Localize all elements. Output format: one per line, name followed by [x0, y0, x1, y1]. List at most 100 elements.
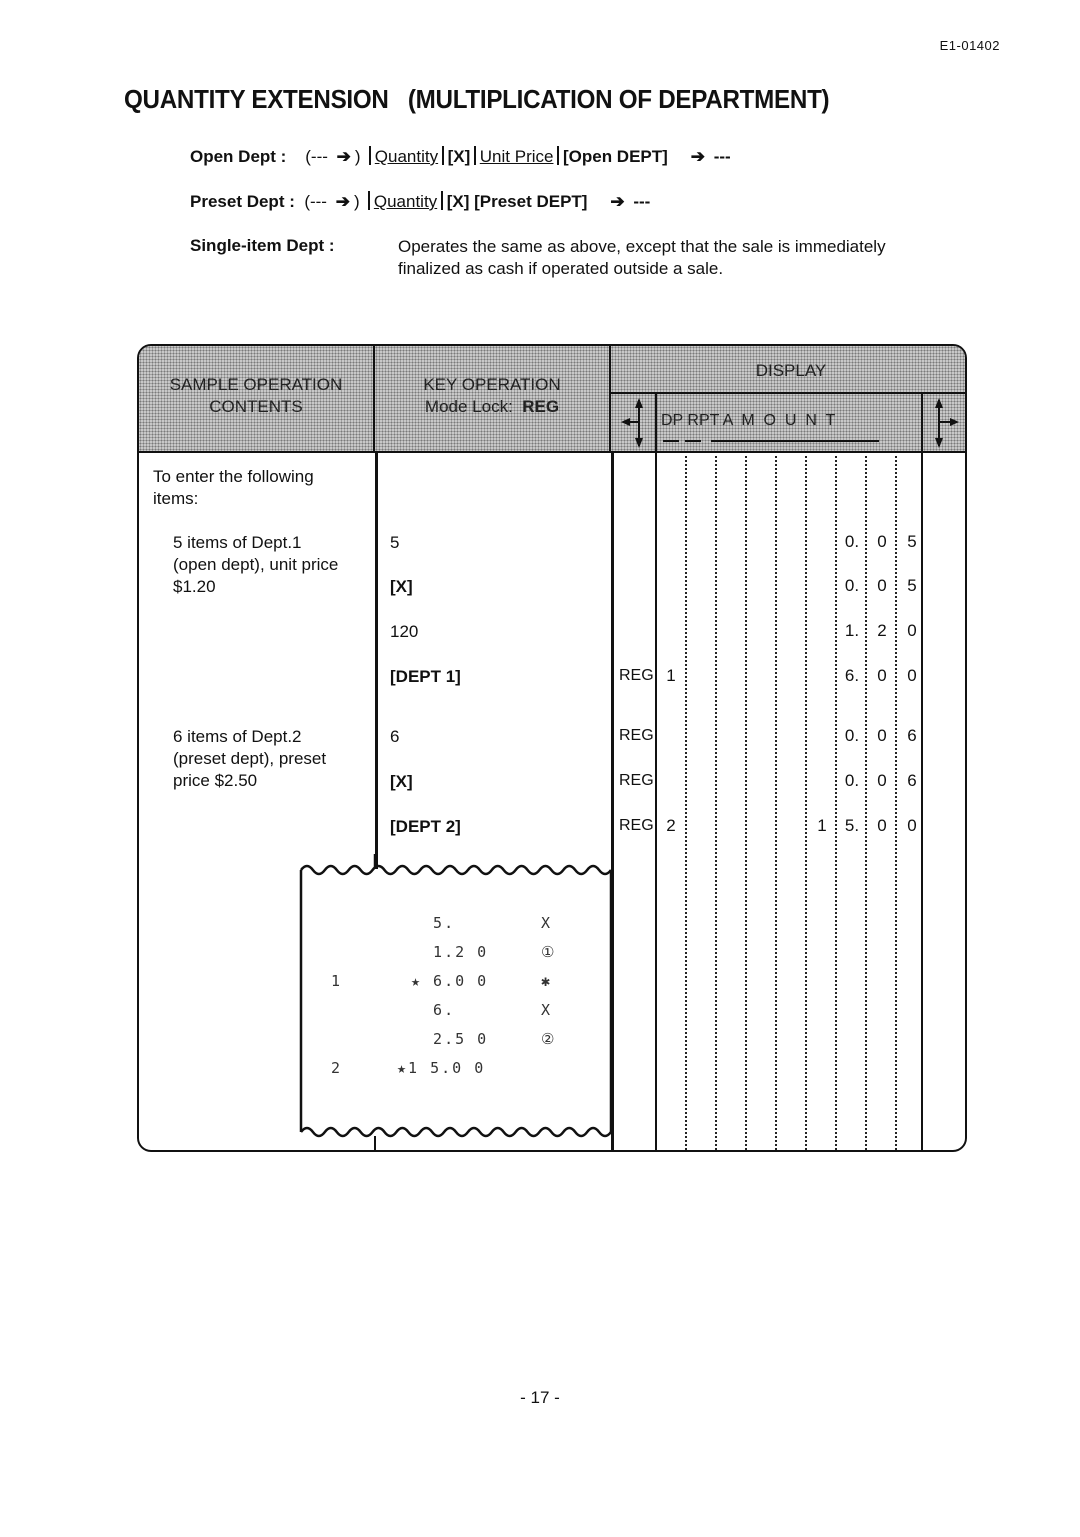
mode-lock-label: Mode Lock: — [424, 397, 513, 416]
separator — [442, 146, 444, 165]
description-line: 5 items of Dept.1 — [173, 533, 302, 552]
display-digit: 0. — [844, 532, 860, 551]
single-item-label: Single-item Dept : — [190, 236, 335, 255]
receipt-dept: 1 — [331, 972, 341, 990]
page-title: QUANTITY EXTENSION (MULTIPLICATION OF DE… — [124, 84, 830, 114]
x-key: [X] — [447, 147, 471, 166]
preset-dept-syntax: Preset Dept : (--- ➔) Quantity [X] [Prese… — [190, 191, 650, 212]
key-operation: [X] — [390, 772, 413, 791]
syntax-suffix: --- — [633, 192, 651, 211]
open-dept-key: [Open DEPT] — [562, 147, 668, 166]
display-digit: 0 — [877, 532, 887, 551]
syntax-suffix: --- — [713, 147, 731, 166]
display-digit: 6 — [907, 726, 917, 745]
display-dept: 2 — [666, 816, 676, 835]
separator — [557, 146, 559, 165]
receipt-amount: ★ 6.0 0 — [411, 972, 489, 990]
receipt-amount: 2.5 0 — [411, 1030, 489, 1048]
separator — [474, 146, 476, 165]
page-number: - 17 - — [520, 1388, 560, 1407]
intro-line: To enter the following — [153, 467, 314, 486]
separator — [368, 191, 370, 210]
left-arrow-icon — [621, 398, 643, 448]
right-arrow-icon — [935, 398, 959, 448]
preset-dept-key: [Preset DEPT] — [474, 192, 588, 211]
display-digit: 0 — [877, 771, 887, 790]
key-operation: 120 — [390, 622, 419, 641]
right-arrow-icon: ➔ — [690, 147, 705, 166]
display-mode: REG — [619, 727, 654, 744]
operation-table: SAMPLE OPERATION CONTENTS KEY OPERATION … — [137, 344, 967, 1152]
key-operation-header: KEY OPERATION Mode Lock: REG — [375, 346, 611, 453]
display-digit: 1. — [844, 621, 860, 640]
close-paren: ) — [354, 147, 361, 166]
display-header: DISPLAY DP RPT A M O U N T — [611, 346, 965, 453]
receipt-symbol: ✱ — [541, 972, 551, 990]
group-description: 5 items of Dept.1 (open dept), unit pric… — [173, 532, 338, 598]
key-operation: 6 — [390, 727, 400, 746]
display-digit: 0 — [877, 816, 887, 835]
open-dept-syntax: Open Dept : (--- ➔) Quantity [X] Unit Pric… — [190, 146, 731, 167]
intro-line: items: — [153, 489, 199, 508]
receipt-amount: 1.2 0 — [411, 943, 489, 961]
description-line: (open dept), unit price — [173, 555, 339, 574]
description-line: finalized as cash if operated outside a … — [398, 259, 724, 278]
description-line: $1.20 — [173, 577, 216, 596]
preset-dept-label: Preset Dept : — [190, 192, 295, 211]
group-description: 6 items of Dept.2 (preset dept), preset … — [173, 726, 326, 792]
syntax-prefix: (--- — [304, 192, 327, 211]
key-operation: 5 — [390, 533, 400, 552]
display-digit: 0. — [844, 771, 860, 790]
description-line: 6 items of Dept.2 — [173, 727, 302, 746]
display-digit: 6 — [907, 771, 917, 790]
display-mode: REG — [619, 817, 654, 834]
intro-text: To enter the following items: — [153, 466, 314, 510]
x-key: [X] — [446, 192, 470, 211]
mode-lock-value: REG — [522, 397, 560, 416]
receipt-amount: 5. — [411, 914, 478, 932]
description-line: Operates the same as above, except that … — [398, 237, 886, 256]
key-operation: [DEPT 1] — [390, 667, 461, 686]
display-digit: 2 — [877, 621, 887, 640]
unit-price-term: Unit Price — [479, 147, 554, 166]
display-digit: 0 — [877, 666, 887, 685]
header-line: SAMPLE OPERATION — [169, 375, 343, 394]
display-digit: 5 — [907, 576, 917, 595]
display-digit: 0 — [877, 576, 887, 595]
display-digit: 1 — [817, 816, 827, 835]
open-dept-label: Open Dept : — [190, 147, 287, 166]
document-id: E1-01402 — [939, 38, 1000, 53]
display-digit: 6. — [844, 666, 860, 685]
description-line: price $2.50 — [173, 771, 258, 790]
sample-operation-header: SAMPLE OPERATION CONTENTS — [139, 346, 375, 453]
display-mode: REG — [619, 772, 654, 789]
right-arrow-icon: ➔ — [335, 192, 350, 211]
display-dept: 1 — [666, 666, 676, 685]
display-mode: REG — [619, 667, 654, 684]
receipt-dept: 2 — [331, 1059, 341, 1077]
receipt-symbol: X — [541, 1001, 551, 1019]
syntax-prefix: (--- — [305, 147, 328, 166]
receipt-symbol: ② — [541, 1030, 555, 1048]
description-line: (preset dept), preset — [173, 749, 327, 768]
display-digit: 5 — [907, 532, 917, 551]
display-digit: 0 — [907, 816, 917, 835]
separator — [369, 146, 371, 165]
receipt-symbol: X — [541, 914, 551, 932]
display-digit: 0. — [844, 726, 860, 745]
close-paren: ) — [353, 192, 360, 211]
header-line: CONTENTS — [209, 397, 303, 416]
display-digit: 0 — [907, 666, 917, 685]
display-digit: 5. — [844, 816, 860, 835]
quantity-term: Quantity — [373, 192, 438, 211]
display-subheader: DP RPT A M O U N T — [661, 412, 836, 429]
receipt-amount: ★1 5.0 0 — [397, 1059, 486, 1077]
receipt-amount: 6. — [411, 1001, 478, 1019]
display-title: DISPLAY — [755, 361, 827, 380]
header-line: KEY OPERATION — [423, 375, 561, 394]
separator — [441, 191, 443, 210]
display-digit: 0. — [844, 576, 860, 595]
display-digit: 0 — [877, 726, 887, 745]
receipt-symbol: ① — [541, 943, 555, 961]
single-item-description: Operates the same as above, except that … — [398, 236, 958, 280]
